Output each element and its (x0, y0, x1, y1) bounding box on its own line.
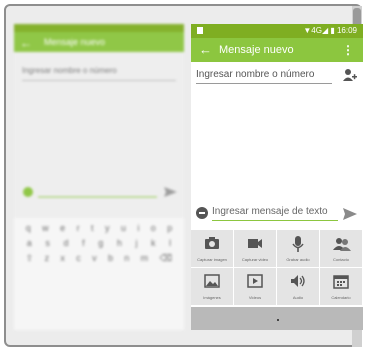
attach-record-audio[interactable]: Grabar audio (277, 230, 320, 268)
attach-label: Videos (248, 295, 262, 300)
attach-label: Capturar imagen (197, 257, 227, 262)
attach-contact[interactable]: Contacto (320, 230, 363, 268)
app-title: Mensaje nuevo (219, 44, 294, 56)
compose-row (22, 184, 177, 200)
status-bar (14, 24, 184, 32)
key[interactable]: y (105, 223, 110, 233)
key[interactable]: j (135, 238, 137, 248)
key[interactable]: ⌫ (160, 253, 173, 264)
back-arrow-icon[interactable]: ← (199, 42, 212, 57)
sim-icon (197, 27, 203, 34)
attach-capture-image[interactable]: Capturar imagen (191, 230, 234, 268)
microphone-icon (292, 236, 304, 252)
status-time: 16:09 (336, 26, 357, 35)
key[interactable]: t (91, 223, 94, 233)
attach-label: Contacto (332, 257, 349, 262)
attach-calendar[interactable]: Calendario (320, 268, 363, 306)
attach-label: Calendario (331, 295, 351, 300)
key[interactable]: r (77, 223, 80, 233)
speaker-icon (291, 275, 305, 287)
key[interactable]: c (76, 253, 81, 264)
attach-images[interactable]: Imágenes (191, 268, 234, 306)
add-contact-icon[interactable] (341, 67, 357, 83)
key[interactable]: o (151, 223, 156, 233)
app-bar: ← Mensaje nuevo (14, 32, 184, 52)
camera-icon (205, 237, 219, 249)
attach-label: Grabar audio (286, 257, 310, 262)
key[interactable]: a (27, 238, 32, 248)
keyboard-row: a s d f g h j k l (14, 233, 184, 248)
send-icon[interactable] (342, 206, 358, 222)
key[interactable]: k (151, 238, 156, 248)
key[interactable]: p (167, 223, 172, 233)
key[interactable]: n (124, 253, 129, 264)
status-indicators: ▼4G◢ ▮ 16:09 (303, 26, 357, 35)
keyboard-row: q w e r t y u i o p (14, 218, 184, 233)
contacts-icon (333, 238, 351, 251)
key[interactable]: u (121, 223, 126, 233)
navigation-bar (191, 307, 363, 330)
recipient-input[interactable]: Ingresar nombre o número (196, 69, 332, 84)
key[interactable]: d (64, 238, 69, 248)
message-input[interactable]: Ingresar mensaje de texto (212, 206, 338, 221)
app-title: Mensaje nuevo (44, 37, 106, 47)
recipient-input[interactable]: Ingresar nombre o número (22, 66, 176, 81)
play-icon (247, 274, 263, 288)
key[interactable]: v (92, 253, 97, 264)
emoji-icon[interactable] (196, 207, 208, 219)
right-phone-screen: ▼4G◢ ▮ 16:09 ← Mensaje nuevo ⋮ Ingresar … (191, 24, 363, 330)
attachment-grid: Capturar imagen Capturar video Grabar au… (191, 230, 363, 306)
attach-videos[interactable]: Videos (234, 268, 277, 306)
nav-indicator (277, 319, 279, 321)
network-type: 4G (311, 26, 322, 35)
key[interactable]: b (108, 253, 113, 264)
image-icon (204, 274, 220, 288)
key[interactable]: m (141, 253, 149, 264)
key[interactable]: q (26, 223, 31, 233)
calendar-icon (333, 275, 349, 289)
key[interactable]: x (60, 253, 65, 264)
key[interactable]: f (82, 238, 85, 248)
attach-label: Audio (292, 295, 304, 300)
video-camera-icon (248, 239, 262, 248)
attach-audio[interactable]: Audio (277, 268, 320, 306)
key[interactable]: l (169, 238, 171, 248)
keyboard[interactable]: q w e r t y u i o p a s d f g h j k l ⇧ … (14, 218, 184, 330)
attach-label: Imágenes (203, 295, 221, 300)
key[interactable]: s (45, 238, 50, 248)
key[interactable]: g (98, 238, 103, 248)
back-arrow-icon[interactable]: ← (20, 36, 32, 50)
attach-capture-video[interactable]: Capturar video (234, 230, 277, 268)
status-bar: ▼4G◢ ▮ 16:09 (191, 24, 363, 38)
app-bar: ← Mensaje nuevo ⋮ (191, 38, 363, 62)
compose-field-graphic[interactable] (22, 184, 177, 200)
key[interactable]: e (60, 223, 65, 233)
overflow-menu-icon[interactable]: ⋮ (342, 43, 354, 57)
key[interactable]: h (117, 238, 122, 248)
attach-label: Capturar video (241, 257, 269, 262)
keyboard-row: ⇧ z x c v b n m ⌫ (14, 248, 184, 264)
key[interactable]: ⇧ (26, 253, 34, 264)
key[interactable]: z (45, 253, 50, 264)
key[interactable]: w (42, 223, 49, 233)
left-phone-screen: ← Mensaje nuevo Ingresar nombre o número… (14, 24, 184, 330)
key[interactable]: i (137, 223, 139, 233)
